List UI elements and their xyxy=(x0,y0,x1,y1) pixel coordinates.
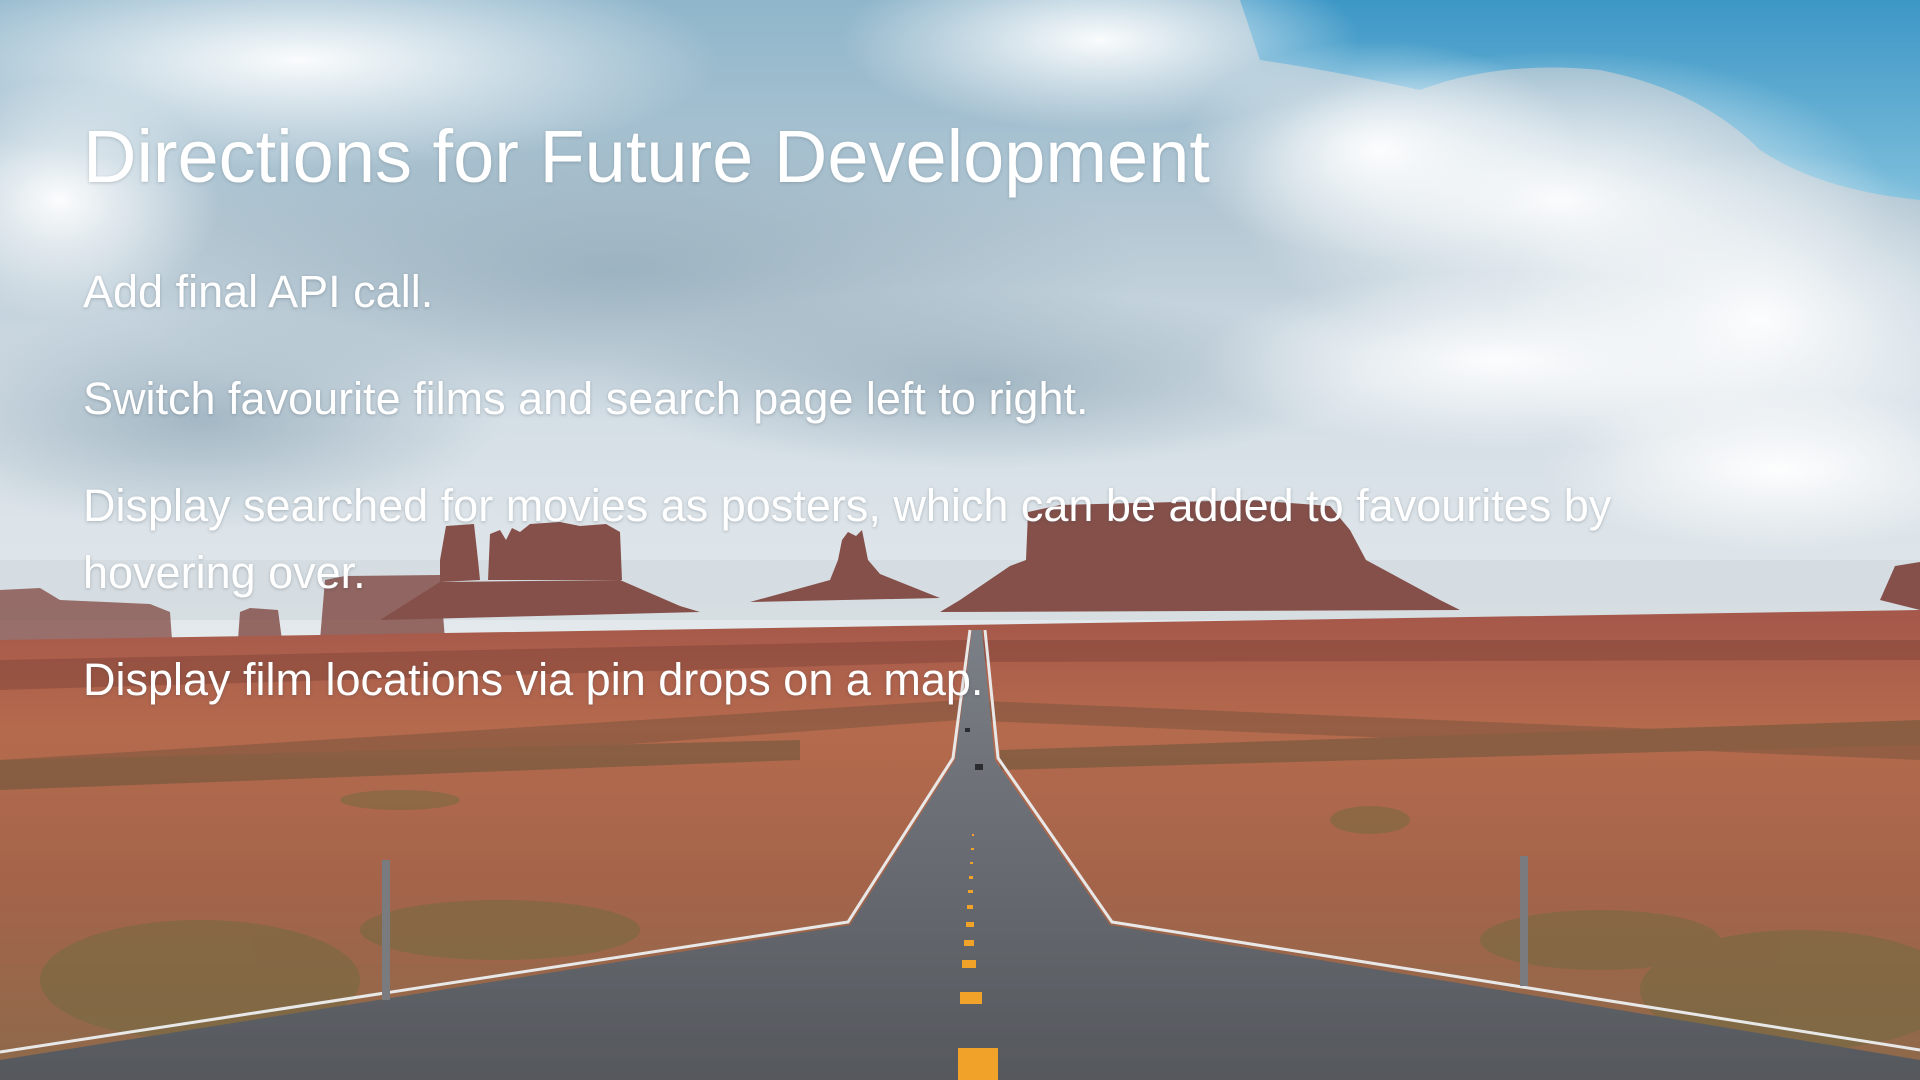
slide: Directions for Future Development Add fi… xyxy=(0,0,1920,1080)
bullet-item: Switch favourite films and search page l… xyxy=(83,373,1089,424)
bullet-list: Add final API call. Switch favourite fil… xyxy=(83,258,1763,753)
bullet-item: Display film locations via pin drops on … xyxy=(83,654,984,705)
bullet-item: Display searched for movies as posters, … xyxy=(83,480,1612,598)
bullet-item: Add final API call. xyxy=(83,266,434,317)
slide-title: Directions for Future Development xyxy=(83,115,1210,198)
